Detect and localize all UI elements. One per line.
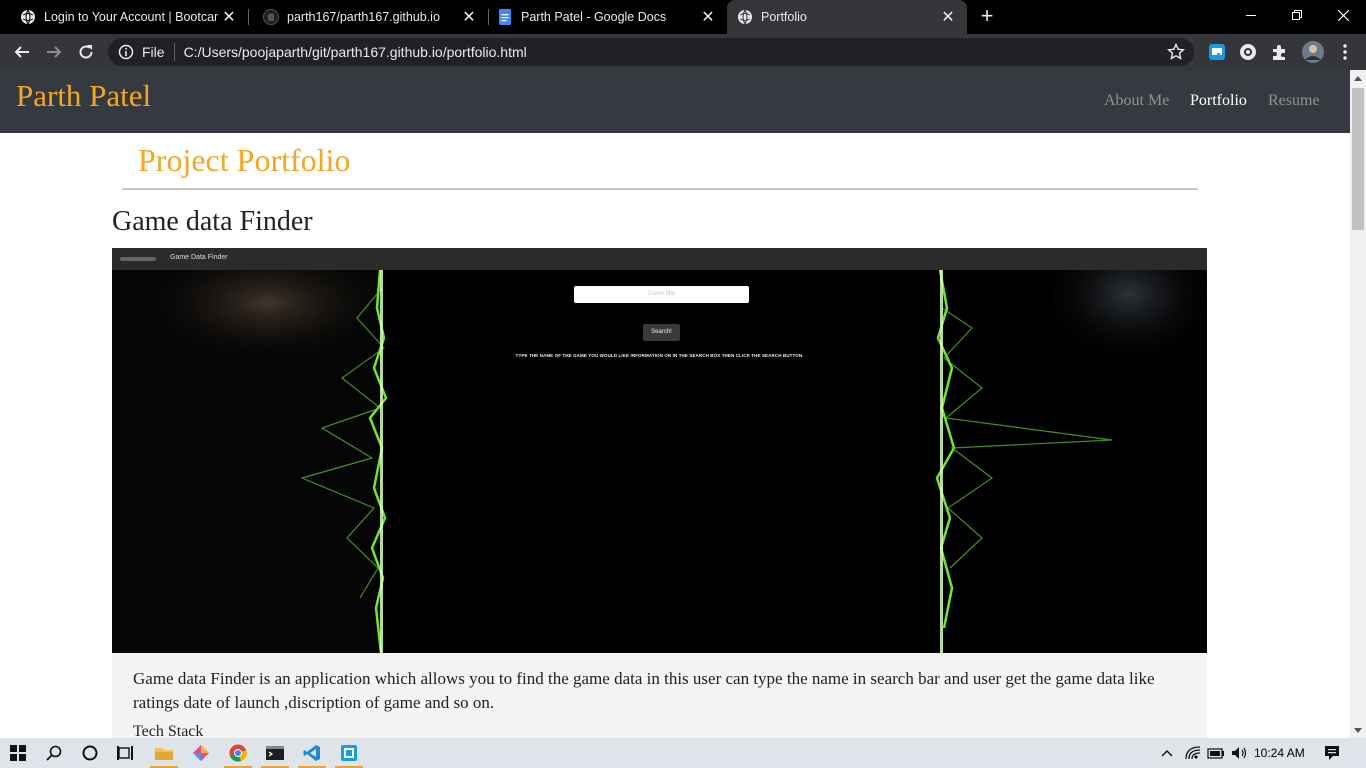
extension-circle-icon[interactable] [1238,42,1258,62]
task-view-icon[interactable] [108,738,144,768]
section-divider [122,188,1198,190]
app-diamond-icon[interactable] [183,738,219,768]
extension-screen-capture-icon[interactable] [1207,42,1227,62]
windows-taskbar: 10:24 AM [0,738,1366,768]
site-brand[interactable]: Parth Patel [16,78,151,114]
globe-icon [20,9,36,25]
page-scrollbar[interactable] [1350,70,1366,738]
tab-title: Parth Patel - Google Docs [521,10,667,24]
screenshot-search-input: Game title [574,286,749,303]
screenshot-background [112,269,1207,653]
globe-icon [737,9,753,25]
project-description: Game data Finder is an application which… [133,669,1155,712]
project-title: Game data Finder [112,206,313,237]
chrome-icon[interactable] [220,738,256,768]
browser-toolbar: File C:/Users/poojaparth/git/parth167.gi… [0,34,1366,70]
cortana-icon[interactable] [72,738,108,768]
taskbar-clock[interactable]: 10:24 AM [1254,746,1305,760]
windows-start-icon[interactable] [0,738,36,768]
scroll-down-arrow-icon[interactable] [1350,722,1366,738]
close-tab-icon[interactable]: ✕ [697,7,719,27]
chevron-up-icon[interactable] [1158,738,1176,768]
url-text[interactable]: C:/Users/poojaparth/git/parth167.github.… [184,44,1166,60]
tab-title: parth167/parth167.github.io [287,10,440,24]
terminal-icon[interactable] [257,738,293,768]
google-docs-icon [497,9,513,25]
tab-portfolio[interactable]: Portfolio ✕ [727,0,967,34]
page-viewport: Parth Patel About Me Portfolio Resume Pr… [0,70,1350,738]
battery-icon[interactable] [1206,738,1226,768]
new-tab-button[interactable]: + [976,5,998,27]
bookmark-star-icon[interactable] [1166,42,1186,62]
volume-icon[interactable] [1230,738,1250,768]
snipping-tool-icon[interactable] [331,738,367,768]
address-bar[interactable]: File C:/Users/poojaparth/git/parth167.gi… [108,38,1194,66]
close-tab-icon[interactable]: ✕ [937,7,959,27]
tab-bootcamp[interactable]: Login to Your Account | Bootcam ✕ [0,0,248,34]
info-icon[interactable] [118,44,134,60]
screenshot-logo [120,257,156,261]
extensions-puzzle-icon[interactable] [1269,42,1289,62]
profile-avatar[interactable] [1301,40,1325,64]
section-title: Project Portfolio [138,142,351,178]
nav-portfolio[interactable]: Portfolio [1190,92,1247,110]
scroll-up-arrow-icon[interactable] [1350,70,1366,86]
close-window-button[interactable] [1320,0,1366,30]
wifi-icon[interactable] [1184,738,1202,768]
scheme-label: File [142,44,165,60]
screenshot-help-text: TYPE THE NAME OF THE GAME YOU WOULD LIKE… [515,353,804,358]
notifications-icon[interactable] [1318,738,1346,768]
screenshot-brand: Game Data Finder [170,254,228,261]
menu-kebab-icon[interactable] [1335,42,1355,62]
project-screenshot[interactable]: Game Data Finder Game title Search! TYPE… [112,248,1207,653]
forward-button[interactable] [42,40,66,64]
project-description-card: Game data Finder is an application which… [112,653,1207,738]
divider [173,43,175,61]
github-icon [263,9,279,25]
close-tab-icon[interactable]: ✕ [218,7,240,27]
next-heading-partial: Tech Stack [133,723,204,738]
screenshot-navbar: Game Data Finder [112,248,1207,270]
tab-google-docs[interactable]: Parth Patel - Google Docs ✕ [477,0,727,34]
site-navbar: Parth Patel About Me Portfolio Resume [0,70,1350,133]
tab-github[interactable]: parth167/parth167.github.io ✕ [243,0,488,34]
search-icon[interactable] [36,738,72,768]
nav-about-me[interactable]: About Me [1104,92,1169,110]
scroll-thumb[interactable] [1352,88,1364,230]
minimize-button[interactable] [1228,0,1274,30]
back-button[interactable] [10,40,34,64]
tab-title: Login to Your Account | Bootcam [44,10,218,24]
vscode-icon[interactable] [294,738,330,768]
tab-title: Portfolio [761,10,807,24]
restore-button[interactable] [1274,0,1320,30]
file-explorer-icon[interactable] [146,738,182,768]
screenshot-search-button: Search! [643,324,680,341]
tab-strip: Login to Your Account | Bootcam ✕ parth1… [0,0,1366,34]
nav-resume[interactable]: Resume [1268,92,1320,110]
reload-button[interactable] [74,40,98,64]
